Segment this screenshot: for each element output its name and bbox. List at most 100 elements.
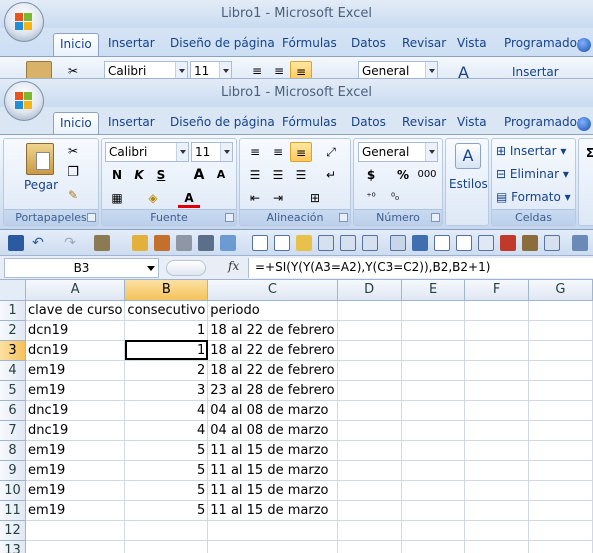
font-color-button[interactable]: A xyxy=(178,188,200,208)
copy-icon[interactable]: ❐ xyxy=(62,163,84,183)
cell[interactable]: dnc19 xyxy=(25,400,126,421)
percent-button[interactable]: % xyxy=(392,165,414,185)
font-name-select[interactable]: Calibri xyxy=(105,142,189,162)
tab-revisar[interactable]: Revisar xyxy=(396,112,452,134)
format-cells-button[interactable]: ▤ Formato ▾ xyxy=(496,190,571,204)
empty-cell[interactable] xyxy=(528,500,593,521)
column-header[interactable]: E xyxy=(401,280,466,301)
cell[interactable]: 2 xyxy=(124,360,209,381)
label-icon[interactable] xyxy=(340,235,356,251)
merge-center-icon[interactable]: ⊞ xyxy=(304,188,326,208)
empty-cell[interactable] xyxy=(337,420,402,441)
row-header[interactable]: 12 xyxy=(0,520,27,541)
table-icon[interactable] xyxy=(252,235,268,251)
empty-cell[interactable] xyxy=(528,460,593,481)
undo-icon[interactable]: ↶ xyxy=(30,235,46,251)
clipboard-launcher-icon[interactable] xyxy=(87,213,96,222)
cell[interactable]: 04 al 08 de marzo xyxy=(207,420,338,441)
cell[interactable]: em19 xyxy=(25,440,126,461)
tab-diseno-de-pagina[interactable]: Diseño de página xyxy=(164,112,281,134)
empty-cell[interactable] xyxy=(401,400,466,421)
name-box[interactable]: B3 xyxy=(4,258,159,278)
empty-cell[interactable] xyxy=(528,420,593,441)
formula-input[interactable]: =+SI(Y(Y(A3=A2),Y(C3=C2)),B2,B2+1) xyxy=(248,258,593,278)
cell[interactable]: consecutivo xyxy=(124,300,209,321)
thousands-button[interactable]: 000 xyxy=(416,165,438,185)
increase-decimal-icon[interactable]: ⁺⁰ xyxy=(360,188,382,208)
empty-cell[interactable] xyxy=(401,500,466,521)
insert-function-button[interactable]: fx xyxy=(228,259,239,273)
empty-cell[interactable] xyxy=(528,440,593,461)
row-header[interactable]: 5 xyxy=(0,380,27,401)
cell[interactable] xyxy=(207,520,338,541)
cell[interactable]: 04 al 08 de marzo xyxy=(207,400,338,421)
insert-chart-icon[interactable] xyxy=(154,235,170,251)
empty-cell[interactable] xyxy=(464,520,529,541)
tab-vista[interactable]: Vista xyxy=(451,112,493,134)
back-insert-cells[interactable]: Insertar xyxy=(512,65,559,79)
empty-cell[interactable] xyxy=(337,300,402,321)
empty-cell[interactable] xyxy=(337,500,402,521)
empty-cell[interactable] xyxy=(464,480,529,501)
empty-cell[interactable] xyxy=(528,360,593,381)
cell[interactable]: 23 al 28 de febrero xyxy=(207,380,338,401)
cell[interactable]: clave de curso xyxy=(25,300,126,321)
empty-cell[interactable] xyxy=(464,320,529,341)
empty-cell[interactable] xyxy=(401,480,466,501)
cell[interactable]: em19 xyxy=(25,380,126,401)
cell[interactable]: 4 xyxy=(124,420,209,441)
grid-icon[interactable] xyxy=(456,235,472,251)
dialog-icon[interactable] xyxy=(390,235,406,251)
empty-cell[interactable] xyxy=(528,320,593,341)
gridlines-icon[interactable] xyxy=(478,235,494,251)
back-tab-insertar[interactable]: Insertar xyxy=(102,33,161,55)
empty-cell[interactable] xyxy=(401,340,466,361)
empty-cell[interactable] xyxy=(464,400,529,421)
cell[interactable]: em19 xyxy=(25,360,126,381)
back-tab-revisar[interactable]: Revisar xyxy=(396,33,452,55)
worksheet-grid[interactable]: A B C D E F G 1 clave de curso consecutivo… xyxy=(0,280,593,553)
tab-programador[interactable]: Programador xyxy=(498,112,588,134)
column-header[interactable]: F xyxy=(464,280,529,301)
empty-cell[interactable] xyxy=(464,420,529,441)
row-header[interactable]: 13 xyxy=(0,540,27,553)
empty-cell[interactable] xyxy=(401,420,466,441)
insert-cells-button[interactable]: ⊞ Insertar ▾ xyxy=(496,144,566,158)
cell[interactable]: 1 xyxy=(124,320,209,341)
customize-qat-icon[interactable] xyxy=(572,235,588,251)
back-tab-datos[interactable]: Datos xyxy=(345,33,392,55)
column-header[interactable]: B xyxy=(124,280,209,301)
column-header[interactable]: D xyxy=(337,280,402,301)
empty-cell[interactable] xyxy=(464,540,529,553)
cell[interactable]: 3 xyxy=(124,380,209,401)
fill-color-icon[interactable]: ◈ xyxy=(142,188,164,208)
increase-indent-icon[interactable]: ⇥ xyxy=(267,188,289,208)
macro-icon[interactable] xyxy=(132,235,148,251)
empty-cell[interactable] xyxy=(528,400,593,421)
cut-icon[interactable]: ✂ xyxy=(62,141,84,161)
empty-cell[interactable] xyxy=(464,380,529,401)
page-icon[interactable] xyxy=(434,235,450,251)
cell[interactable]: periodo xyxy=(207,300,338,321)
align-right-icon[interactable]: ☰ xyxy=(290,165,312,185)
row-header[interactable]: 11 xyxy=(0,500,27,521)
camera-icon[interactable] xyxy=(198,235,214,251)
redo-icon[interactable]: ↷ xyxy=(62,235,78,251)
shrink-font-button[interactable]: A xyxy=(210,165,232,185)
empty-cell[interactable] xyxy=(337,520,402,541)
empty-cell[interactable] xyxy=(401,440,466,461)
empty-cell[interactable] xyxy=(337,340,402,361)
delete-cells-button[interactable]: ⊟ Eliminar ▾ xyxy=(496,167,569,181)
paste-special-icon[interactable] xyxy=(220,235,236,251)
back-tab-inicio[interactable]: Inicio xyxy=(53,33,99,56)
row-header[interactable]: 10 xyxy=(0,480,27,501)
cell[interactable] xyxy=(207,540,338,553)
autosum-icon[interactable]: Σ xyxy=(579,143,593,163)
cell[interactable]: dcn19 xyxy=(25,320,126,341)
styles-label[interactable]: Estilos xyxy=(449,177,488,191)
office-button[interactable] xyxy=(4,81,44,121)
back-tab-vista[interactable]: Vista xyxy=(451,33,493,55)
empty-cell[interactable] xyxy=(337,480,402,501)
cell[interactable]: 4 xyxy=(124,400,209,421)
column-header[interactable]: G xyxy=(528,280,593,301)
